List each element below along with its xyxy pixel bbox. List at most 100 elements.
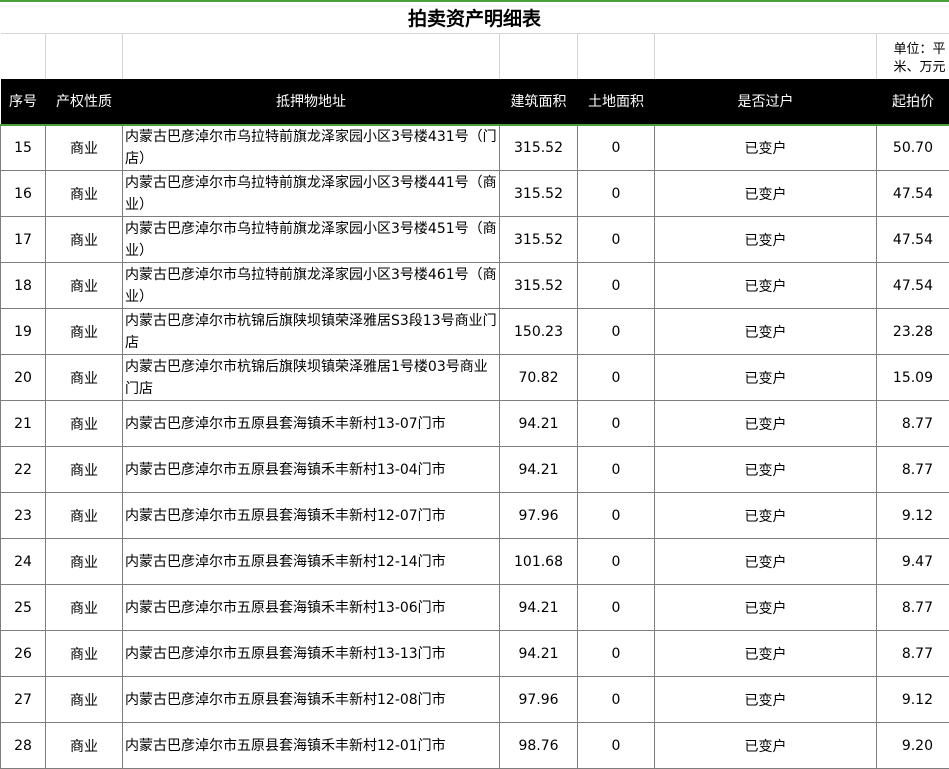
- cell-transfer[interactable]: 已变户: [654, 676, 877, 723]
- cell-no[interactable]: 22: [0, 446, 46, 493]
- cell-type[interactable]: 商业: [45, 123, 123, 171]
- cell-address[interactable]: 内蒙古巴彦淖尔市乌拉特前旗龙泽家园小区3号楼461号（商业）: [122, 262, 500, 309]
- cell-no[interactable]: 28: [0, 722, 46, 769]
- cell-build-area[interactable]: 94.21: [499, 630, 578, 677]
- cell-build-area[interactable]: 315.52: [499, 216, 578, 263]
- cell-price[interactable]: 50.70: [876, 123, 949, 171]
- cell-address[interactable]: 内蒙古巴彦淖尔市乌拉特前旗龙泽家园小区3号楼451号（商业）: [122, 216, 500, 263]
- cell-land-area[interactable]: 0: [577, 216, 655, 263]
- cell-transfer[interactable]: 已变户: [654, 446, 877, 493]
- cell-transfer[interactable]: 已变户: [654, 584, 877, 631]
- cell-transfer[interactable]: 已变户: [654, 262, 877, 309]
- cell-land-area[interactable]: 0: [577, 262, 655, 309]
- cell-address[interactable]: 内蒙古巴彦淖尔市五原县套海镇禾丰新村13-13门市: [122, 630, 500, 677]
- cell-land-area[interactable]: 0: [577, 492, 655, 539]
- cell-transfer[interactable]: 已变户: [654, 630, 877, 677]
- cell-price[interactable]: 9.12: [876, 676, 949, 723]
- empty-cell[interactable]: [499, 33, 578, 79]
- cell-price[interactable]: 47.54: [876, 170, 949, 217]
- cell-no[interactable]: 19: [0, 308, 46, 355]
- cell-type[interactable]: 商业: [45, 538, 123, 585]
- cell-transfer[interactable]: 已变户: [654, 123, 877, 171]
- cell-build-area[interactable]: 94.21: [499, 400, 578, 447]
- cell-no[interactable]: 21: [0, 400, 46, 447]
- header-address[interactable]: 抵押物地址: [122, 78, 500, 125]
- cell-price[interactable]: 8.77: [876, 446, 949, 493]
- header-type[interactable]: 产权性质: [45, 78, 123, 125]
- cell-land-area[interactable]: 0: [577, 170, 655, 217]
- cell-price[interactable]: 8.77: [876, 400, 949, 447]
- empty-cell[interactable]: [654, 33, 877, 79]
- cell-type[interactable]: 商业: [45, 722, 123, 769]
- cell-price[interactable]: 47.54: [876, 216, 949, 263]
- cell-type[interactable]: 商业: [45, 216, 123, 263]
- cell-transfer[interactable]: 已变户: [654, 722, 877, 769]
- cell-build-area[interactable]: 94.21: [499, 584, 578, 631]
- cell-no[interactable]: 27: [0, 676, 46, 723]
- cell-type[interactable]: 商业: [45, 676, 123, 723]
- empty-cell[interactable]: [0, 33, 46, 79]
- cell-address[interactable]: 内蒙古巴彦淖尔市五原县套海镇禾丰新村12-01门市: [122, 722, 500, 769]
- cell-transfer[interactable]: 已变户: [654, 492, 877, 539]
- cell-type[interactable]: 商业: [45, 584, 123, 631]
- cell-no[interactable]: 23: [0, 492, 46, 539]
- cell-transfer[interactable]: 已变户: [654, 308, 877, 355]
- cell-land-area[interactable]: 0: [577, 630, 655, 677]
- cell-transfer[interactable]: 已变户: [654, 354, 877, 401]
- cell-price[interactable]: 9.20: [876, 722, 949, 769]
- cell-build-area[interactable]: 150.23: [499, 308, 578, 355]
- unit-note-cell[interactable]: 单位：平 米、万元: [876, 33, 949, 79]
- cell-transfer[interactable]: 已变户: [654, 538, 877, 585]
- cell-build-area[interactable]: 97.96: [499, 492, 578, 539]
- header-price[interactable]: 起拍价: [876, 78, 949, 125]
- cell-no[interactable]: 26: [0, 630, 46, 677]
- cell-address[interactable]: 内蒙古巴彦淖尔市五原县套海镇禾丰新村13-04门市: [122, 446, 500, 493]
- cell-land-area[interactable]: 0: [577, 722, 655, 769]
- cell-transfer[interactable]: 已变户: [654, 170, 877, 217]
- cell-no[interactable]: 20: [0, 354, 46, 401]
- cell-type[interactable]: 商业: [45, 308, 123, 355]
- cell-build-area[interactable]: 97.96: [499, 676, 578, 723]
- cell-address[interactable]: 内蒙古巴彦淖尔市五原县套海镇禾丰新村13-07门市: [122, 400, 500, 447]
- cell-address[interactable]: 内蒙古巴彦淖尔市乌拉特前旗龙泽家园小区3号楼441号（商业）: [122, 170, 500, 217]
- cell-no[interactable]: 25: [0, 584, 46, 631]
- cell-transfer[interactable]: 已变户: [654, 400, 877, 447]
- cell-land-area[interactable]: 0: [577, 538, 655, 585]
- cell-build-area[interactable]: 101.68: [499, 538, 578, 585]
- cell-no[interactable]: 15: [0, 123, 46, 171]
- cell-land-area[interactable]: 0: [577, 446, 655, 493]
- cell-price[interactable]: 9.12: [876, 492, 949, 539]
- cell-land-area[interactable]: 0: [577, 354, 655, 401]
- cell-type[interactable]: 商业: [45, 170, 123, 217]
- cell-address[interactable]: 内蒙古巴彦淖尔市五原县套海镇禾丰新村13-06门市: [122, 584, 500, 631]
- cell-no[interactable]: 17: [0, 216, 46, 263]
- cell-land-area[interactable]: 0: [577, 676, 655, 723]
- cell-build-area[interactable]: 70.82: [499, 354, 578, 401]
- empty-cell[interactable]: [577, 33, 655, 79]
- cell-build-area[interactable]: 315.52: [499, 262, 578, 309]
- cell-no[interactable]: 16: [0, 170, 46, 217]
- cell-type[interactable]: 商业: [45, 400, 123, 447]
- cell-price[interactable]: 15.09: [876, 354, 949, 401]
- cell-no[interactable]: 18: [0, 262, 46, 309]
- cell-land-area[interactable]: 0: [577, 584, 655, 631]
- cell-build-area[interactable]: 315.52: [499, 123, 578, 171]
- cell-type[interactable]: 商业: [45, 630, 123, 677]
- cell-address[interactable]: 内蒙古巴彦淖尔市五原县套海镇禾丰新村12-08门市: [122, 676, 500, 723]
- cell-build-area[interactable]: 94.21: [499, 446, 578, 493]
- empty-cell[interactable]: [122, 33, 500, 79]
- cell-price[interactable]: 8.77: [876, 630, 949, 677]
- cell-type[interactable]: 商业: [45, 354, 123, 401]
- cell-type[interactable]: 商业: [45, 492, 123, 539]
- header-no[interactable]: 序号: [0, 78, 46, 125]
- cell-price[interactable]: 8.77: [876, 584, 949, 631]
- cell-address[interactable]: 内蒙古巴彦淖尔市乌拉特前旗龙泽家园小区3号楼431号（门店）: [122, 123, 500, 171]
- empty-cell[interactable]: [45, 33, 123, 79]
- cell-land-area[interactable]: 0: [577, 123, 655, 171]
- cell-transfer[interactable]: 已变户: [654, 216, 877, 263]
- cell-type[interactable]: 商业: [45, 262, 123, 309]
- cell-type[interactable]: 商业: [45, 446, 123, 493]
- cell-land-area[interactable]: 0: [577, 308, 655, 355]
- cell-address[interactable]: 内蒙古巴彦淖尔市杭锦后旗陕坝镇荣泽雅居1号楼03号商业门店: [122, 354, 500, 401]
- header-transfer[interactable]: 是否过户: [654, 78, 877, 125]
